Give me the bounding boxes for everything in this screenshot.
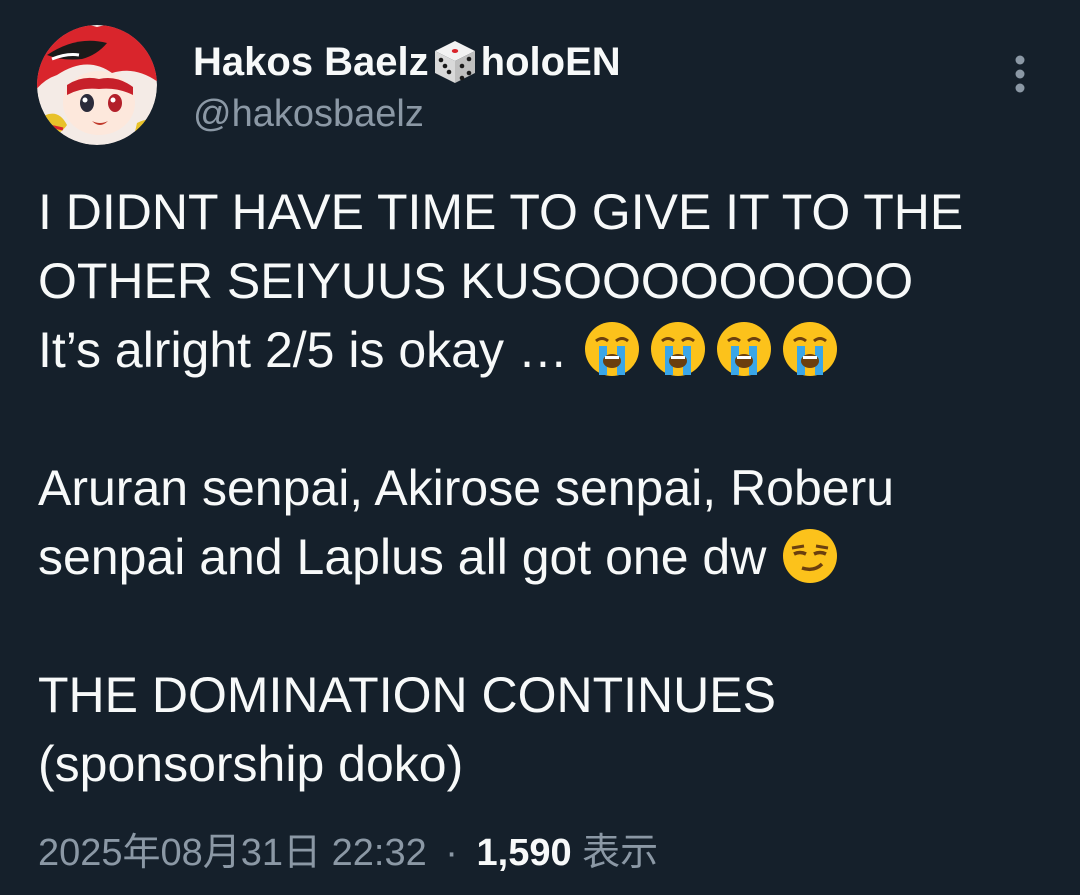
- display-name-suffix: holoEN: [480, 40, 621, 84]
- tweet: Hakos Baelz holoEN @hakosbaelz I DIDNT H…: [0, 0, 1080, 895]
- views-count[interactable]: 1,590: [477, 832, 572, 874]
- loudly-crying-face-icon: [714, 319, 774, 379]
- tweet-line: It’s alright 2/5 is okay …: [38, 316, 1048, 385]
- tweet-line: I DIDNT HAVE TIME TO GIVE IT TO THE: [38, 184, 964, 240]
- dice-icon: [431, 38, 479, 86]
- views-label: 表示: [582, 832, 659, 874]
- loudly-crying-face-icon: [648, 319, 708, 379]
- meta-separator: ·: [445, 832, 458, 874]
- tweet-line: senpai and Laplus all got one dw: [38, 523, 1048, 592]
- tweet-line: (sponsorship doko): [38, 736, 464, 792]
- tweet-line-text: senpai and Laplus all got one dw: [38, 529, 767, 585]
- loudly-crying-face-icon: [582, 319, 642, 379]
- more-vertical-icon[interactable]: [1001, 50, 1039, 100]
- display-name[interactable]: Hakos Baelz holoEN: [193, 38, 621, 86]
- tweet-line: THE DOMINATION CONTINUES: [38, 667, 776, 723]
- avatar[interactable]: [37, 25, 157, 145]
- user-handle[interactable]: @hakosbaelz: [193, 92, 424, 136]
- loudly-crying-face-icon: [780, 319, 840, 379]
- display-name-prefix: Hakos Baelz: [193, 40, 429, 84]
- timestamp[interactable]: 2025年08月31日 22:32: [38, 832, 427, 874]
- smirking-face-icon: [780, 526, 840, 586]
- tweet-line-text: It’s alright 2/5 is okay …: [38, 322, 568, 378]
- tweet-line: OTHER SEIYUUS KUSOOOOOOOOO: [38, 253, 914, 309]
- tweet-meta: 2025年08月31日 22:32 · 1,590 表示: [38, 829, 658, 877]
- tweet-line: Aruran senpai, Akirose senpai, Roberu: [38, 460, 895, 516]
- tweet-text: I DIDNT HAVE TIME TO GIVE IT TO THE OTHE…: [38, 178, 1048, 799]
- avatar-image: [37, 25, 157, 145]
